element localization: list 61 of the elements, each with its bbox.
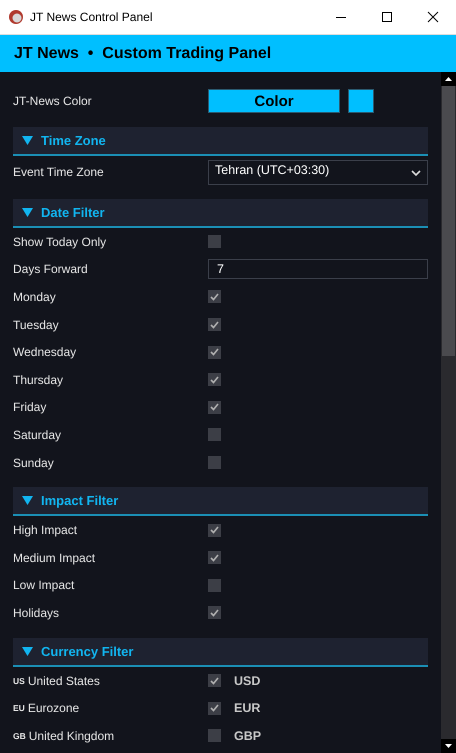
section-header[interactable]: Time Zone (13, 127, 428, 156)
setting-label: Medium Impact (13, 550, 96, 565)
checkbox[interactable] (208, 729, 221, 742)
time-zone-dropdown[interactable]: Tehran (UTC+03:30) (208, 160, 428, 184)
currency-code: EUR (234, 701, 260, 716)
section-title: Date Filter (41, 205, 105, 220)
checkbox[interactable] (208, 456, 221, 470)
input-field[interactable]: 7 (208, 259, 428, 280)
setting-label: Eurozone (28, 701, 80, 716)
window-title: JT News Control Panel (30, 10, 154, 24)
country-code: US (13, 676, 25, 686)
checkbox[interactable] (208, 702, 221, 715)
scroll-thumb[interactable] (442, 86, 455, 356)
section-title: Impact Filter (41, 493, 118, 508)
setting-label: Tuesday (13, 318, 60, 332)
setting-label: Holidays (13, 606, 60, 620)
maximize-icon (381, 11, 393, 23)
setting-label: Low Impact (13, 578, 76, 592)
currency-code: USD (234, 674, 260, 688)
section-header[interactable]: Date Filter (13, 199, 428, 228)
checkbox[interactable] (208, 318, 221, 332)
checkbox[interactable] (208, 674, 221, 688)
checkbox[interactable] (208, 428, 221, 442)
scrollbar[interactable] (441, 72, 456, 753)
color-swatch[interactable] (348, 89, 374, 113)
setting-label: United States (28, 674, 100, 688)
checkbox[interactable] (208, 373, 221, 386)
checkbox[interactable] (208, 551, 221, 564)
scroll-down-icon[interactable] (441, 739, 456, 753)
setting-label: Monday (13, 290, 57, 304)
section-title: Time Zone (41, 133, 106, 148)
section-title: Currency Filter (41, 644, 134, 659)
setting-label: Friday (13, 400, 48, 414)
setting-label: Show Today Only (13, 234, 108, 249)
setting-label: Wednesday (13, 345, 78, 360)
country-code: GB (13, 730, 26, 741)
checkbox[interactable] (208, 346, 221, 359)
scroll-up-icon[interactable] (441, 72, 456, 86)
checkbox[interactable] (208, 290, 221, 304)
checkbox[interactable] (208, 524, 221, 537)
setting-label: United Kingdom (28, 728, 114, 743)
checkbox[interactable] (208, 400, 221, 414)
section-header[interactable]: Impact Filter (13, 487, 428, 516)
setting-label: Sunday (13, 456, 55, 470)
color-button[interactable]: Color (208, 89, 340, 113)
country-code: EU (13, 703, 25, 714)
checkbox[interactable] (208, 606, 221, 620)
setting-label: High Impact (13, 523, 78, 538)
setting-label: Days Forward (13, 262, 89, 276)
setting-label: JT-News Color (13, 94, 93, 108)
section-header[interactable]: Currency Filter (13, 638, 428, 667)
checkbox[interactable] (208, 235, 221, 248)
app-icon (8, 9, 24, 25)
setting-label: Thursday (13, 372, 64, 387)
setting-label: Event Time Zone (13, 165, 105, 179)
close-icon (427, 11, 439, 23)
panel-title: JT News • Custom Trading Panel (14, 44, 272, 62)
checkbox[interactable] (208, 578, 221, 592)
setting-label: Saturday (13, 428, 62, 442)
currency-code: GBP (234, 728, 262, 743)
chevron-down-icon (411, 170, 421, 176)
